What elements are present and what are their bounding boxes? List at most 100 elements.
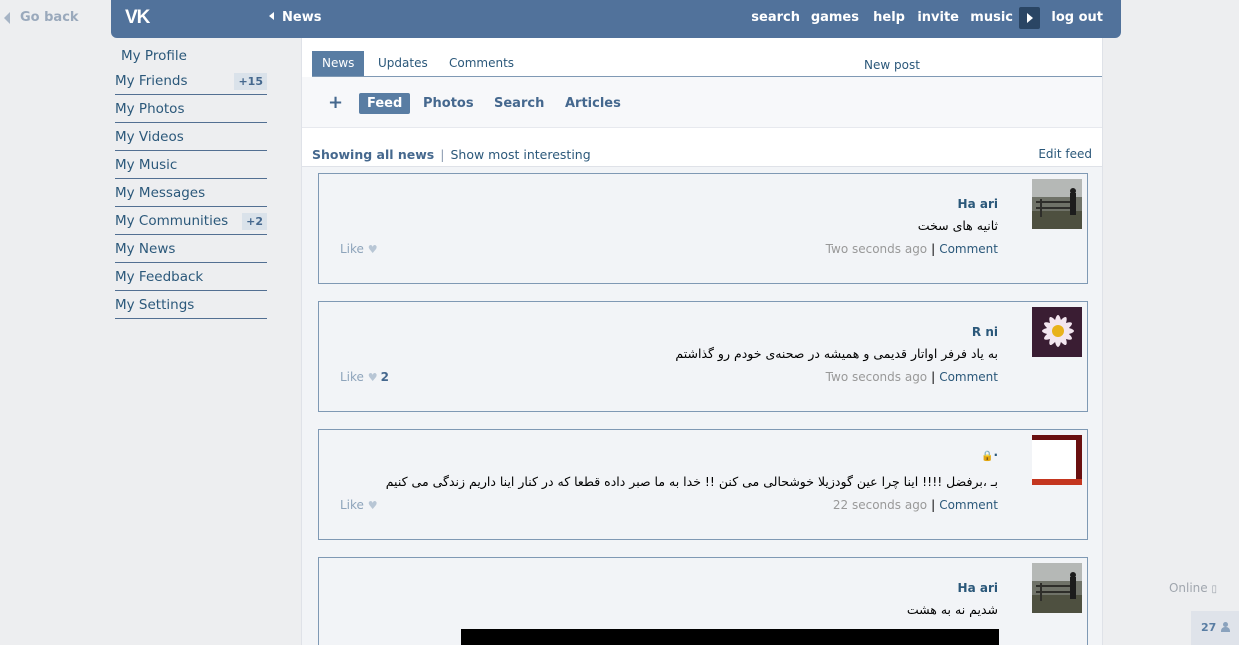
menu-label: My Settings [115, 297, 195, 313]
menu-label: My Videos [115, 129, 184, 145]
communities-count-badge[interactable]: +2 [242, 213, 267, 230]
menu-label: My Messages [115, 185, 206, 201]
comment-link[interactable]: Comment [939, 498, 998, 512]
subtab-photos[interactable]: Photos [423, 96, 474, 111]
vk-logo[interactable]: VK [125, 7, 159, 29]
back-arrow-icon [269, 12, 274, 20]
back-arrow-icon [4, 12, 10, 24]
post-author[interactable]: R ni [972, 325, 998, 339]
post-time[interactable]: 22 seconds ago [833, 498, 927, 512]
post-meta: Two seconds ago | Comment [826, 370, 998, 384]
new-post-link[interactable]: New post [864, 58, 920, 72]
menu-label: My Music [115, 157, 178, 173]
menu-my-feedback[interactable]: My Feedback [115, 263, 267, 291]
divider: | [440, 147, 445, 162]
menu-label: My Friends [115, 73, 188, 89]
menu-my-music[interactable]: My Music [115, 151, 267, 179]
menu-label: My News [115, 241, 176, 257]
like-button[interactable]: Like ♥ 2 [340, 370, 389, 384]
post-time[interactable]: Two seconds ago [826, 242, 928, 256]
menu-label: My Feedback [115, 269, 204, 285]
menu-label: My Profile [121, 48, 187, 64]
feed-post: Ha ari شدیم نه به هشت [318, 557, 1088, 645]
like-label: Like [340, 242, 364, 256]
menu-my-messages[interactable]: My Messages [115, 179, 267, 207]
online-count: 27 [1201, 621, 1217, 634]
feed-post: Ha ari ثانیه های سخت Like ♥ Two seconds … [318, 173, 1088, 284]
header-back-news[interactable]: News [269, 10, 321, 25]
menu-label: My Photos [115, 101, 185, 117]
post-text: ثانیه های سخت [917, 218, 998, 233]
menu-my-profile[interactable]: My Profile [115, 45, 267, 67]
menu-label: My Communities [115, 213, 229, 229]
like-label: Like [340, 498, 364, 512]
heart-icon: ♥ [367, 371, 378, 384]
avatar[interactable] [1032, 179, 1082, 229]
friends-count-badge[interactable]: +15 [234, 73, 267, 90]
top-header: VK News search games help invite music l… [111, 0, 1121, 38]
post-text: شدیم نه به هشت [906, 602, 998, 617]
online-status: Online ▯ [1169, 581, 1217, 595]
nav-invite[interactable]: invite [917, 10, 959, 25]
header-back-label: News [282, 10, 322, 25]
subtab-articles[interactable]: Articles [565, 96, 621, 111]
feed-post: 🔒· بـ ،برفضل !!!! اینا چرا عین گودزیلا خ… [318, 429, 1088, 540]
add-list-button[interactable]: + [328, 92, 343, 113]
post-media[interactable] [461, 629, 999, 645]
tab-news[interactable]: News [312, 51, 365, 76]
post-meta: 22 seconds ago | Comment [833, 498, 998, 512]
subtab-feed[interactable]: Feed [359, 93, 411, 114]
tab-updates[interactable]: Updates [368, 51, 438, 76]
post-author-name: · [993, 448, 998, 462]
nav-logout[interactable]: log out [1051, 10, 1103, 25]
online-friends-counter[interactable]: 27 [1191, 611, 1239, 645]
like-button[interactable]: Like ♥ [340, 242, 378, 256]
comment-link[interactable]: Comment [939, 242, 998, 256]
post-text: بـ ،برفضل !!!! اینا چرا عین گودزیلا خوشح… [385, 474, 998, 489]
go-back-label: Go back [20, 10, 79, 25]
lock-icon: 🔒 [980, 451, 994, 462]
go-back-link[interactable]: Go back [0, 10, 100, 28]
post-author[interactable]: Ha ari [958, 197, 998, 211]
user-icon [1221, 622, 1231, 632]
post-author[interactable]: Ha ari [958, 581, 998, 595]
menu-my-news[interactable]: My News [115, 235, 267, 263]
menu-my-videos[interactable]: My Videos [115, 123, 267, 151]
heart-icon: ♥ [367, 499, 378, 512]
post-meta: Two seconds ago | Comment [826, 242, 998, 256]
menu-my-friends[interactable]: My Friends +15 [115, 67, 267, 95]
post-author[interactable]: 🔒· [981, 448, 998, 462]
nav-help[interactable]: help [873, 10, 905, 25]
edit-feed-link[interactable]: Edit feed [1038, 147, 1092, 161]
feed-subbar: + Feed Photos Search Articles [302, 77, 1102, 128]
divider: | [931, 370, 936, 384]
comment-link[interactable]: Comment [939, 370, 998, 384]
menu-my-photos[interactable]: My Photos [115, 95, 267, 123]
like-button[interactable]: Like ♥ [340, 498, 378, 512]
show-most-interesting-link[interactable]: Show most interesting [450, 147, 590, 162]
news-tabs: News Updates Comments [312, 51, 1102, 77]
mobile-icon: ▯ [1211, 584, 1217, 595]
feed-post: R ni به یاد فرفر اواتار قدیمی و همیشه در… [318, 301, 1088, 412]
play-icon[interactable] [1019, 7, 1040, 29]
main-panel: News Updates Comments New post + Feed Ph… [301, 38, 1103, 645]
like-label: Like [340, 370, 364, 384]
left-menu: My Profile My Friends +15 My Photos My Vi… [115, 45, 267, 319]
nav-games[interactable]: games [811, 10, 859, 25]
showing-all-label: Showing all news [312, 147, 435, 162]
tab-comments[interactable]: Comments [439, 51, 524, 76]
like-count: 2 [380, 370, 389, 384]
nav-search[interactable]: search [751, 10, 800, 25]
avatar[interactable] [1032, 563, 1082, 613]
feed-filter: Showing all news | Show most interesting [312, 147, 591, 162]
post-time[interactable]: Two seconds ago [826, 370, 928, 384]
menu-my-communities[interactable]: My Communities +2 [115, 207, 267, 235]
subtab-search[interactable]: Search [494, 96, 544, 111]
post-text: به یاد فرفر اواتار قدیمی و همیشه در صحنه… [675, 346, 998, 361]
avatar[interactable] [1032, 435, 1082, 485]
avatar[interactable] [1032, 307, 1082, 357]
menu-my-settings[interactable]: My Settings [115, 291, 267, 319]
divider: | [931, 498, 936, 512]
online-label: Online [1168, 581, 1208, 595]
nav-music[interactable]: music [970, 10, 1013, 25]
